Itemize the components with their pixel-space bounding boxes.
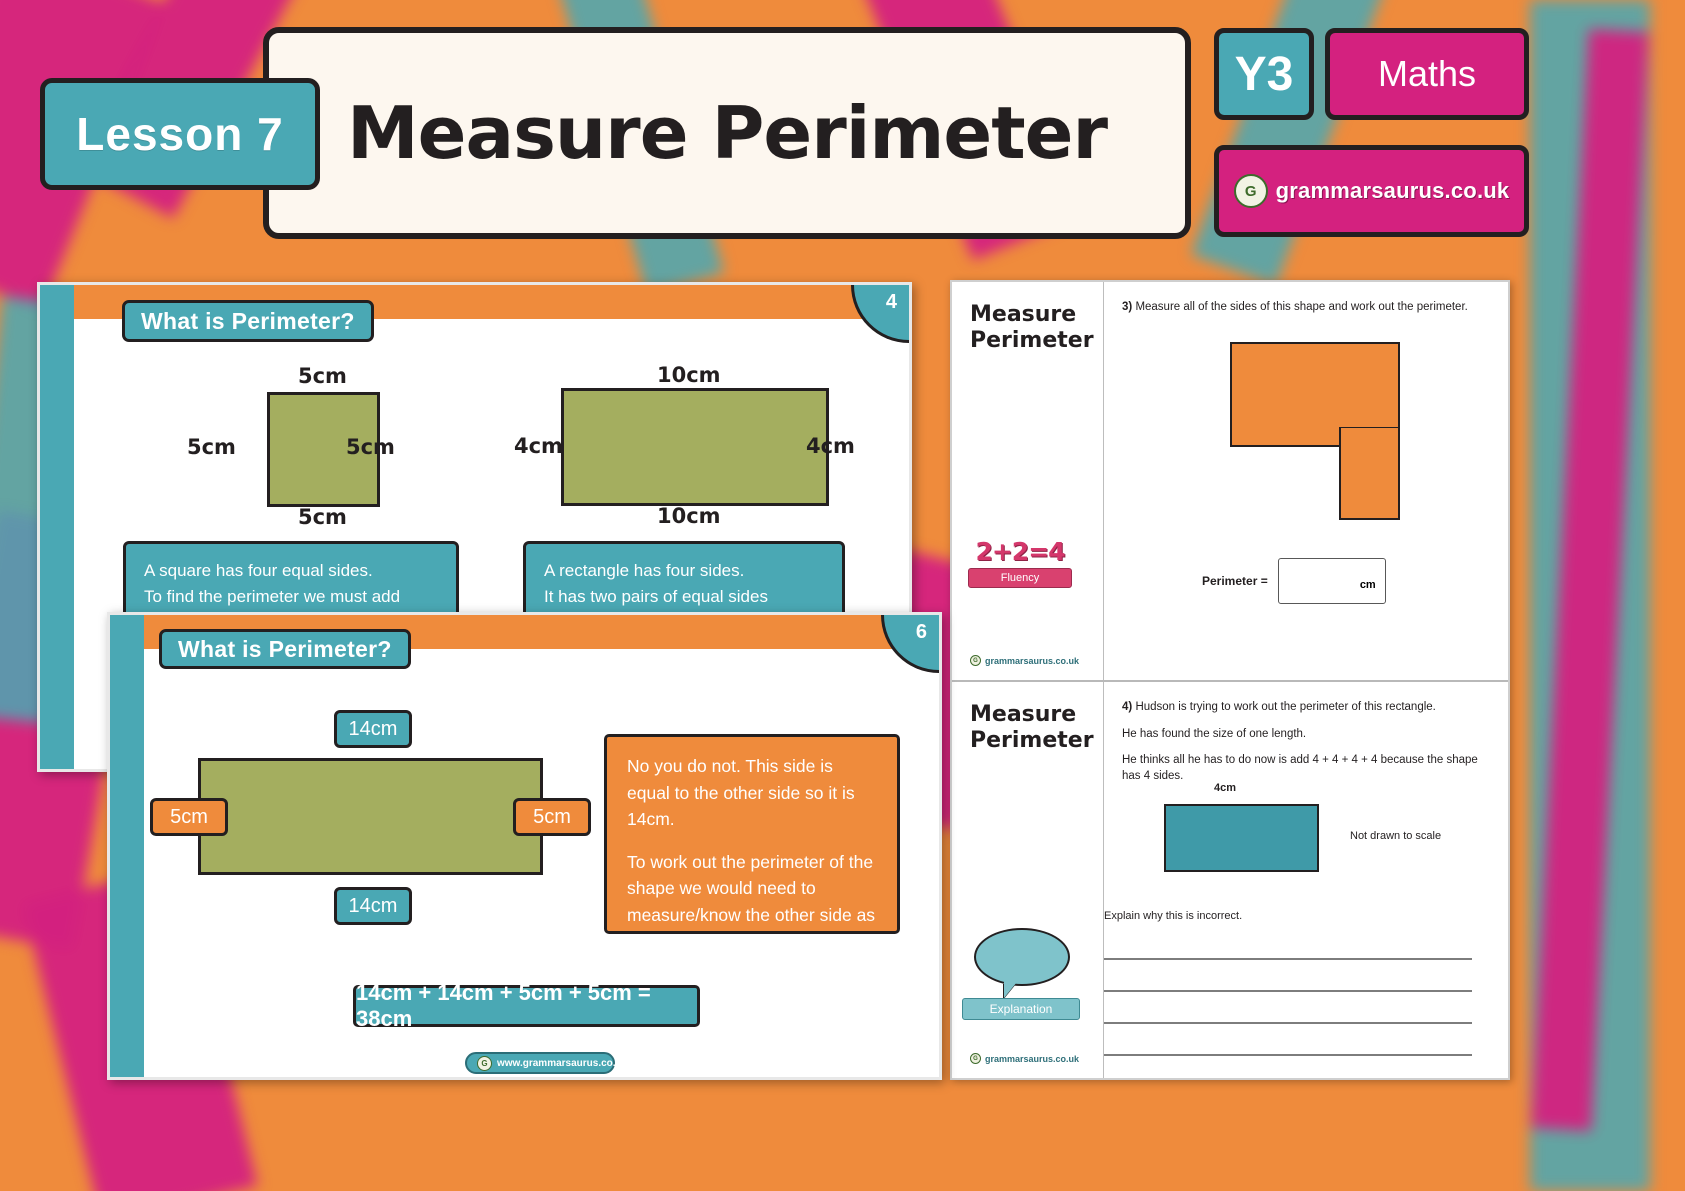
worksheet-q4-number: 4) <box>1122 701 1133 713</box>
slide-6-page-number: 6 <box>881 615 939 673</box>
fluency-badge: 2+2=4 Fluency <box>968 537 1072 588</box>
year-badge: Y3 <box>1214 28 1314 120</box>
worksheet-top-brand-logo-icon: G <box>970 655 981 666</box>
l-shape-figure <box>1230 342 1400 520</box>
label-chip-top: 14cm <box>334 710 412 748</box>
slide-4-left-band <box>40 285 74 769</box>
label-chip-bottom: 14cm <box>334 887 412 925</box>
worksheet-q4-line-2: He has found the size of one length. <box>1122 727 1307 740</box>
perimeter-unit: cm <box>1359 579 1376 591</box>
square-dim-left: 5cm <box>187 435 236 459</box>
worksheet-top-title: Measure Perimeter <box>970 302 1094 353</box>
fluency-equation: 2+2=4 <box>975 537 1065 566</box>
slide-4-heading: What is Perimeter? <box>122 300 374 342</box>
rectangle-dim-right: 4cm <box>806 434 855 458</box>
worksheet-top-main: 3) Measure all of the sides of this shap… <box>1104 282 1508 680</box>
slide-6-explanation-note: No you do not. This side is equal to the… <box>604 734 900 952</box>
rectangle-dim-left: 4cm <box>514 434 563 458</box>
subject-badge-label: Maths <box>1377 53 1477 94</box>
explain-prompt: Explain why this is incorrect. <box>1104 910 1243 922</box>
lesson-badge: Lesson 7 <box>40 78 320 190</box>
worksheet-panel[interactable]: Measure Perimeter 2+2=4 Fluency G gramma… <box>950 280 1510 1080</box>
worksheet-top-sidebar: Measure Perimeter 2+2=4 Fluency G gramma… <box>952 282 1104 680</box>
l-shape-seam <box>1341 428 1398 452</box>
perimeter-answer-row[interactable]: Perimeter = cm <box>1202 558 1386 604</box>
slide-card-6[interactable]: 6 What is Perimeter? 14cm 5cm 5cm 14cm N… <box>107 612 942 1080</box>
worksheet-q3-number: 3) <box>1122 301 1133 313</box>
title-card: Measure Perimeter <box>263 27 1191 239</box>
worksheet-bottom-brand-logo-icon: G <box>970 1053 981 1064</box>
perimeter-label: Perimeter = <box>1202 574 1268 588</box>
answer-line-1[interactable] <box>1104 958 1472 960</box>
worksheet-q4-line-3: He thinks all he has to do now is add 4 … <box>1122 754 1478 782</box>
footer-logo-letter: G <box>481 1058 488 1068</box>
footer-logo-icon: G <box>477 1055 492 1071</box>
answer-line-4[interactable] <box>1104 1054 1472 1056</box>
speech-bubble-icon <box>974 928 1070 998</box>
rectangle-shape <box>561 388 829 506</box>
worksheet-bottom-brand-letter: G <box>973 1055 978 1062</box>
speech-bubble-tail-icon <box>1004 982 1017 998</box>
worksheet-q3-text: Measure all of the sides of this shape a… <box>1135 301 1468 313</box>
worksheet-bottom-brand: G grammarsaurus.co.uk <box>970 1053 1079 1064</box>
brand-badge[interactable]: G grammarsaurus.co.uk <box>1214 145 1529 237</box>
not-to-scale-note: Not drawn to scale <box>1350 830 1442 842</box>
square-dim-top: 5cm <box>298 364 347 388</box>
footer-url: www.grammarsaurus.co.uk <box>497 1057 628 1069</box>
slide-6-rectangle-shape <box>198 758 543 875</box>
perimeter-input-box[interactable]: cm <box>1277 558 1386 604</box>
year-badge-label: Y3 <box>1234 47 1294 101</box>
slide-6-heading: What is Perimeter? <box>159 629 411 669</box>
worksheet-top-brand: G grammarsaurus.co.uk <box>970 655 1079 666</box>
slide-6-heading-label: What is Perimeter? <box>178 635 392 662</box>
worksheet-page-bottom: Measure Perimeter Explanation G grammars… <box>952 680 1508 1078</box>
worksheet-bottom-main: 4) Hudson is trying to work out the peri… <box>1104 682 1508 1078</box>
label-chip-right-text: 5cm <box>533 805 571 828</box>
subject-badge: Maths <box>1325 28 1529 120</box>
teal-rectangle-figure <box>1164 804 1319 872</box>
teal-rect-dim-top: 4cm <box>1214 782 1237 794</box>
worksheet-q4-text-1: Hudson is trying to work out the perimet… <box>1135 701 1436 713</box>
note-paragraph-1: No you do not. This side is equal to the… <box>627 756 855 830</box>
explanation-pill-label: Explanation <box>962 998 1080 1020</box>
label-chip-right: 5cm <box>513 798 591 836</box>
answer-line-3[interactable] <box>1104 1022 1472 1024</box>
slide-4-page-number: 4 <box>851 285 909 343</box>
slide-6-footer[interactable]: G www.grammarsaurus.co.uk <box>465 1052 627 1074</box>
page-header: Measure Perimeter Lesson 7 Y3 Maths G gr… <box>0 0 1685 270</box>
worksheet-bottom-title: Measure Perimeter <box>970 702 1094 753</box>
worksheet-bottom-sidebar: Measure Perimeter Explanation G grammars… <box>952 682 1104 1078</box>
label-chip-left-text: 5cm <box>170 805 208 828</box>
worksheet-top-brand-letter: G <box>973 657 978 664</box>
worksheet-top-brand-text: grammarsaurus.co.uk <box>985 655 1080 666</box>
label-chip-left: 5cm <box>150 798 228 836</box>
note-paragraph-2: To work out the perimeter of the shape w… <box>627 851 876 952</box>
answer-line-2[interactable] <box>1104 990 1472 992</box>
worksheet-q3: 3) Measure all of the sides of this shap… <box>1122 300 1494 316</box>
logo-letter: G <box>1244 182 1257 200</box>
slide-6-left-band <box>110 615 144 1077</box>
rectangle-dim-bottom: 10cm <box>657 504 721 528</box>
sum-bar-text: 14cm + 14cm + 5cm + 5cm = 38cm <box>356 980 651 1031</box>
brand-label: grammarsaurus.co.uk <box>1275 178 1510 203</box>
worksheet-page-top: Measure Perimeter 2+2=4 Fluency G gramma… <box>952 282 1508 680</box>
lesson-badge-label: Lesson 7 <box>76 108 284 160</box>
worksheet-bottom-brand-text: grammarsaurus.co.uk <box>985 1053 1080 1064</box>
label-chip-bottom-text: 14cm <box>348 894 398 917</box>
slide-6-sum-bar: 14cm + 14cm + 5cm + 5cm = 38cm <box>353 980 700 1031</box>
grammarsaurus-logo-icon: G <box>1233 174 1268 208</box>
square-dim-right: 5cm <box>346 435 395 459</box>
fluency-pill-label: Fluency <box>968 568 1072 588</box>
slide-4-heading-label: What is Perimeter? <box>141 307 355 334</box>
square-dim-bottom: 5cm <box>298 505 347 529</box>
rectangle-dim-top: 10cm <box>657 363 721 387</box>
label-chip-top-text: 14cm <box>348 717 398 740</box>
page-title: Measure Perimeter <box>347 91 1108 175</box>
worksheet-q4-line-1: 4) Hudson is trying to work out the peri… <box>1122 700 1494 716</box>
